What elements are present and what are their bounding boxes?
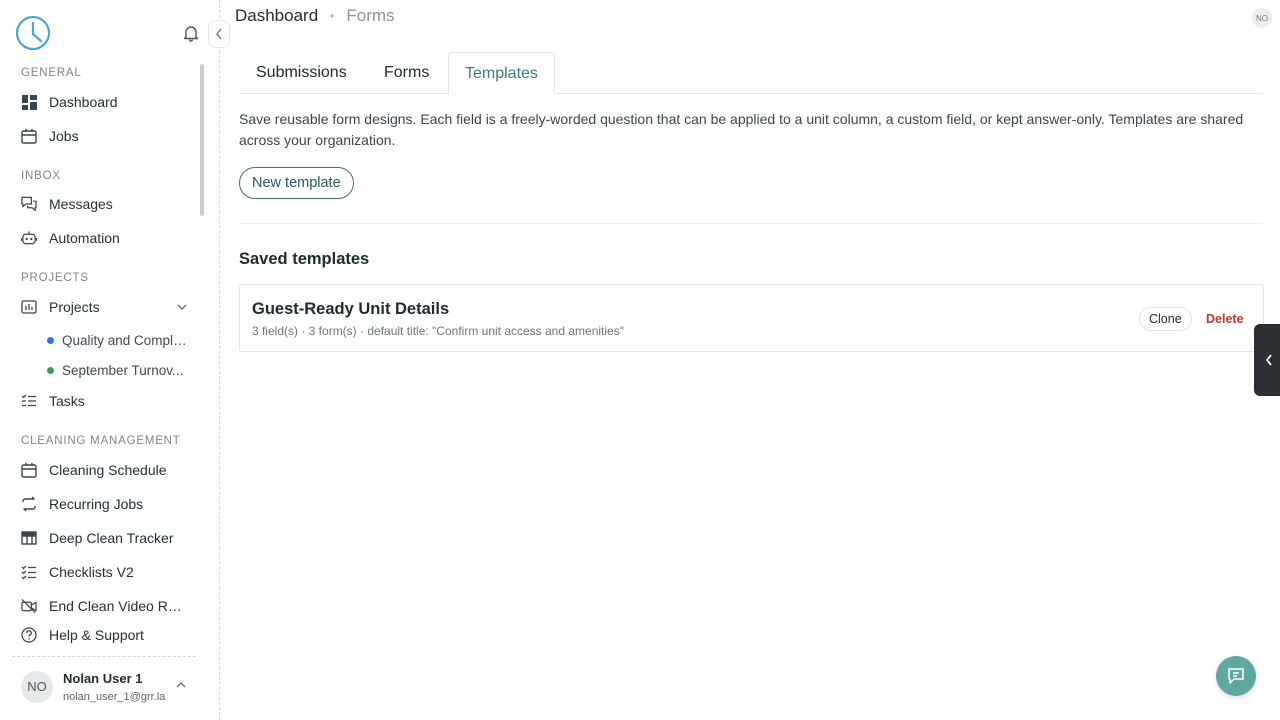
sidebar-scrollbar[interactable]: [200, 64, 204, 216]
chevron-down-icon[interactable]: [176, 301, 188, 313]
project-item-quality[interactable]: Quality and Compli...: [47, 329, 192, 351]
sidebar-item-label: Deep Clean Tracker: [49, 530, 174, 546]
sidebar-item-label: Automation: [49, 230, 120, 246]
section-general: GENERAL: [21, 67, 82, 79]
sidebar-item-label: Tasks: [49, 393, 85, 409]
chat-icon: [1228, 668, 1244, 684]
chat-bubbles-icon: [21, 196, 37, 212]
robot-icon: [21, 230, 37, 246]
task-list-icon: [21, 393, 37, 409]
tab-bar: Submissions Forms Templates: [239, 52, 1263, 95]
sidebar-item-messages[interactable]: Messages: [21, 191, 191, 217]
sidebar-item-label: Jobs: [49, 128, 79, 144]
user-menu[interactable]: NO Nolan User 1 nolan_user_1@grr.la: [12, 656, 196, 716]
project-color-dot: [47, 336, 54, 344]
avatar: NO: [21, 670, 53, 703]
table-icon: [21, 530, 37, 546]
templates-description: Save reusable form designs. Each field i…: [239, 111, 1244, 148]
sidebar-item-help-support[interactable]: Help & Support: [21, 622, 191, 648]
calendar-icon: [21, 462, 37, 478]
project-chart-icon: [21, 299, 37, 315]
sidebar-item-deep-clean-tracker[interactable]: Deep Clean Tracker: [21, 525, 191, 551]
template-card: Guest-Ready Unit Details 3 field(s) · 3 …: [239, 284, 1264, 352]
delete-button[interactable]: Delete: [1202, 307, 1248, 331]
sidebar-item-label: Projects: [49, 299, 100, 315]
section-projects: PROJECTS: [21, 272, 89, 284]
sidebar-item-projects[interactable]: Projects: [21, 294, 191, 320]
sidebar-item-label: Help & Support: [49, 627, 144, 643]
sidebar-item-label: Checklists V2: [49, 564, 134, 580]
sidebar-item-dashboard[interactable]: Dashboard: [21, 89, 191, 115]
sidebar-item-label: Dashboard: [49, 94, 118, 110]
video-off-icon: [21, 598, 37, 614]
sidebar: GENERAL Dashboard Jobs INBOX Messages Au…: [0, 0, 220, 720]
project-item-label: Quality and Compli...: [62, 332, 187, 348]
divider: [239, 223, 1263, 224]
sidebar-item-checklists-v2[interactable]: Checklists V2: [21, 559, 191, 585]
chevron-left-icon: [216, 28, 222, 40]
collapse-sidebar-button[interactable]: [208, 20, 230, 48]
sidebar-item-end-clean-video[interactable]: End Clean Video Rep...: [21, 593, 191, 619]
dashboard-icon: [21, 94, 37, 110]
sidebar-item-jobs[interactable]: Jobs: [21, 123, 191, 149]
side-panel-toggle[interactable]: [1254, 324, 1280, 396]
tab-forms[interactable]: Forms: [368, 52, 445, 94]
clock-logo-icon[interactable]: [15, 15, 51, 51]
sidebar-item-label: Recurring Jobs: [49, 496, 144, 512]
breadcrumb-separator: •: [330, 9, 335, 23]
chevron-up-icon: [176, 682, 186, 688]
user-name: Nolan User 1: [63, 670, 143, 686]
tab-templates[interactable]: Templates: [448, 52, 555, 95]
header-avatar[interactable]: NO: [1252, 8, 1272, 28]
bell-icon[interactable]: [182, 24, 200, 42]
breadcrumb-forms: Forms: [346, 6, 395, 25]
chat-button[interactable]: [1216, 656, 1256, 696]
clone-button[interactable]: Clone: [1139, 307, 1192, 331]
user-email: nolan_user_1@grr.la: [63, 690, 166, 703]
repeat-icon: [21, 496, 37, 512]
help-circle-icon: [21, 627, 37, 643]
section-inbox: INBOX: [21, 170, 61, 182]
sidebar-item-label: Cleaning Schedule: [49, 462, 167, 478]
template-meta: 3 field(s) · 3 form(s) · default title: …: [252, 324, 624, 338]
sidebar-item-automation[interactable]: Automation: [21, 225, 191, 251]
template-title: Guest-Ready Unit Details: [252, 300, 450, 318]
project-item-september[interactable]: September Turnov...: [47, 359, 192, 381]
sidebar-item-tasks[interactable]: Tasks: [21, 388, 191, 414]
tab-submissions[interactable]: Submissions: [240, 52, 363, 94]
chevron-left-icon: [1265, 354, 1272, 366]
project-color-dot: [47, 366, 54, 374]
sidebar-item-recurring-jobs[interactable]: Recurring Jobs: [21, 491, 191, 517]
breadcrumb: Dashboard • Forms: [235, 6, 395, 26]
project-item-label: September Turnov...: [62, 362, 184, 378]
calendar-icon: [21, 128, 37, 144]
saved-templates-heading: Saved templates: [239, 250, 370, 268]
sidebar-item-label: End Clean Video Rep...: [49, 598, 189, 614]
sidebar-item-cleaning-schedule[interactable]: Cleaning Schedule: [21, 457, 191, 483]
new-template-button[interactable]: New template: [239, 167, 354, 199]
section-cleaning: CLEANING MANAGEMENT: [21, 435, 181, 447]
sidebar-item-label: Messages: [49, 196, 113, 212]
checklist-icon: [21, 564, 37, 580]
breadcrumb-dashboard[interactable]: Dashboard: [235, 6, 318, 26]
